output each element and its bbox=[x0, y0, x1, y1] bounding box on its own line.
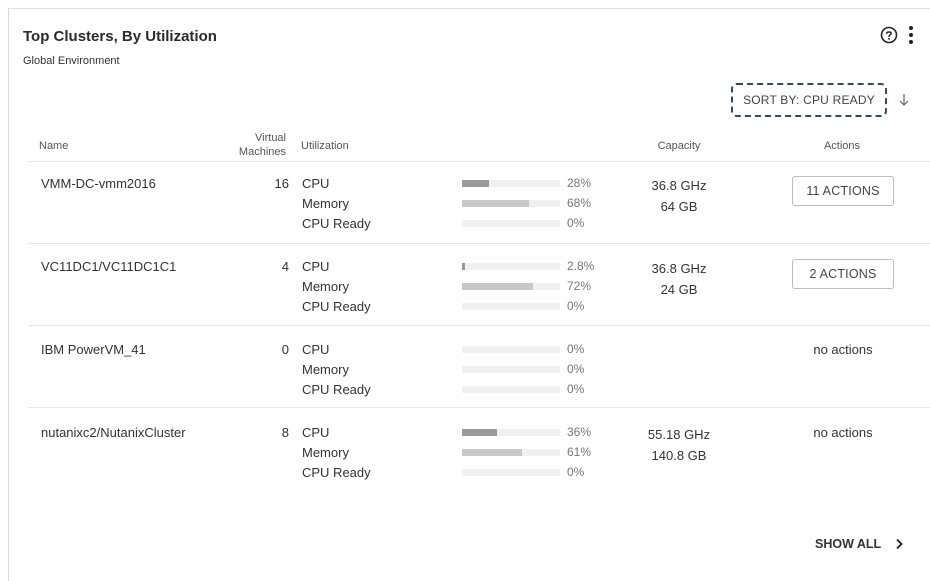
capacity-memory: 24 GB bbox=[660, 282, 698, 297]
vm-count: 4 bbox=[281, 259, 289, 274]
cpu-percent: 28% bbox=[567, 176, 592, 190]
row-divider bbox=[29, 325, 930, 326]
column-header-utilization: Utilization bbox=[301, 140, 349, 152]
table-row: IBM PowerVM_41 0 CPU Memory CPU Ready 0%… bbox=[9, 332, 930, 414]
cpu-bar bbox=[462, 346, 560, 353]
capacity-cpu: 55.18 GHz bbox=[647, 427, 711, 442]
cpu-ready-percent: 0% bbox=[567, 299, 585, 313]
column-header-virtual-machines: Virtual Machines bbox=[214, 131, 286, 159]
metric-label-cpu: CPU bbox=[302, 425, 330, 440]
cpu-bar-fill bbox=[462, 180, 490, 187]
show-all-link[interactable]: SHOW ALL bbox=[815, 537, 903, 551]
cpu-bar-fill bbox=[462, 429, 498, 436]
sort-by-button[interactable]: SORT BY: CPU READY bbox=[731, 83, 887, 117]
metric-label-cpu-ready: CPU Ready bbox=[302, 216, 371, 231]
column-header-capacity: Capacity bbox=[657, 140, 701, 152]
memory-bar bbox=[462, 283, 560, 290]
cpu-bar bbox=[462, 263, 560, 270]
memory-bar-fill bbox=[462, 200, 529, 207]
cpu-ready-percent: 0% bbox=[567, 382, 585, 396]
cluster-name[interactable]: nutanixc2/NutanixCluster bbox=[41, 425, 186, 440]
show-all-label: SHOW ALL bbox=[815, 537, 882, 551]
memory-percent: 72% bbox=[567, 279, 592, 293]
help-circle-icon[interactable] bbox=[880, 26, 898, 44]
vm-count: 16 bbox=[274, 176, 289, 191]
metric-label-cpu: CPU bbox=[302, 342, 330, 357]
cpu-bar bbox=[462, 429, 560, 436]
no-actions-label: no actions bbox=[813, 342, 873, 357]
sort-by-label: SORT BY: CPU READY bbox=[743, 93, 875, 107]
column-header-vm-line2: Machines bbox=[238, 146, 286, 158]
metric-label-memory: Memory bbox=[302, 279, 349, 294]
capacity-cpu: 36.8 GHz bbox=[651, 178, 707, 193]
widget-title: Top Clusters, By Utilization bbox=[23, 28, 217, 45]
cpu-ready-percent: 0% bbox=[567, 216, 585, 230]
cpu-percent: 0% bbox=[567, 342, 585, 356]
metric-label-cpu-ready: CPU Ready bbox=[302, 299, 371, 314]
memory-bar-fill bbox=[462, 449, 522, 456]
metric-label-memory: Memory bbox=[302, 445, 349, 460]
cpu-ready-bar bbox=[462, 469, 560, 476]
widget-subtitle: Global Environment bbox=[23, 55, 120, 67]
no-actions-label: no actions bbox=[813, 425, 873, 440]
memory-bar bbox=[462, 449, 560, 456]
chevron-right-icon bbox=[896, 538, 903, 550]
top-clusters-widget: Top Clusters, By Utilization Global Envi… bbox=[8, 8, 930, 581]
cpu-bar-fill bbox=[462, 263, 465, 270]
vm-count: 8 bbox=[281, 425, 289, 440]
memory-bar-fill bbox=[462, 283, 533, 290]
column-header-vm-line1: Virtual bbox=[255, 132, 286, 144]
cpu-bar bbox=[462, 180, 560, 187]
cluster-name[interactable]: VMM-DC-vmm2016 bbox=[41, 176, 156, 191]
cluster-name[interactable]: IBM PowerVM_41 bbox=[41, 342, 146, 357]
cpu-ready-bar bbox=[462, 303, 560, 310]
metric-label-memory: Memory bbox=[302, 196, 349, 211]
table-row: VMM-DC-vmm2016 16 CPU Memory CPU Ready 2… bbox=[9, 166, 930, 248]
metric-label-cpu: CPU bbox=[302, 176, 330, 191]
vm-count: 0 bbox=[281, 342, 289, 357]
table-row: nutanixc2/NutanixCluster 8 CPU Memory CP… bbox=[9, 415, 930, 497]
memory-percent: 0% bbox=[567, 362, 585, 376]
cpu-ready-bar bbox=[462, 386, 560, 393]
memory-bar bbox=[462, 366, 560, 373]
more-vertical-icon[interactable] bbox=[907, 25, 915, 45]
arrow-down-icon[interactable] bbox=[898, 93, 910, 107]
capacity-cpu: 36.8 GHz bbox=[651, 261, 707, 276]
row-divider bbox=[29, 407, 930, 408]
actions-button[interactable]: 11 ACTIONS bbox=[792, 176, 894, 206]
metric-label-cpu-ready: CPU Ready bbox=[302, 382, 371, 397]
memory-percent: 61% bbox=[567, 445, 592, 459]
memory-percent: 68% bbox=[567, 196, 592, 210]
memory-bar bbox=[462, 200, 560, 207]
metric-label-cpu-ready: CPU Ready bbox=[302, 465, 371, 480]
column-header-name: Name bbox=[39, 140, 69, 152]
capacity-memory: 140.8 GB bbox=[651, 448, 707, 463]
metric-label-cpu: CPU bbox=[302, 259, 330, 274]
cpu-percent: 2.8% bbox=[567, 259, 595, 273]
row-divider bbox=[29, 243, 930, 244]
table-row: VC11DC1/VC11DC1C1 4 CPU Memory CPU Ready… bbox=[9, 249, 930, 331]
capacity-memory: 64 GB bbox=[660, 199, 698, 214]
row-divider bbox=[29, 161, 930, 162]
metric-label-memory: Memory bbox=[302, 362, 349, 377]
cpu-percent: 36% bbox=[567, 425, 592, 439]
cluster-name[interactable]: VC11DC1/VC11DC1C1 bbox=[41, 259, 176, 274]
cpu-ready-bar bbox=[462, 220, 560, 227]
column-header-actions: Actions bbox=[823, 140, 861, 152]
actions-button[interactable]: 2 ACTIONS bbox=[792, 259, 894, 289]
cpu-ready-percent: 0% bbox=[567, 465, 585, 479]
